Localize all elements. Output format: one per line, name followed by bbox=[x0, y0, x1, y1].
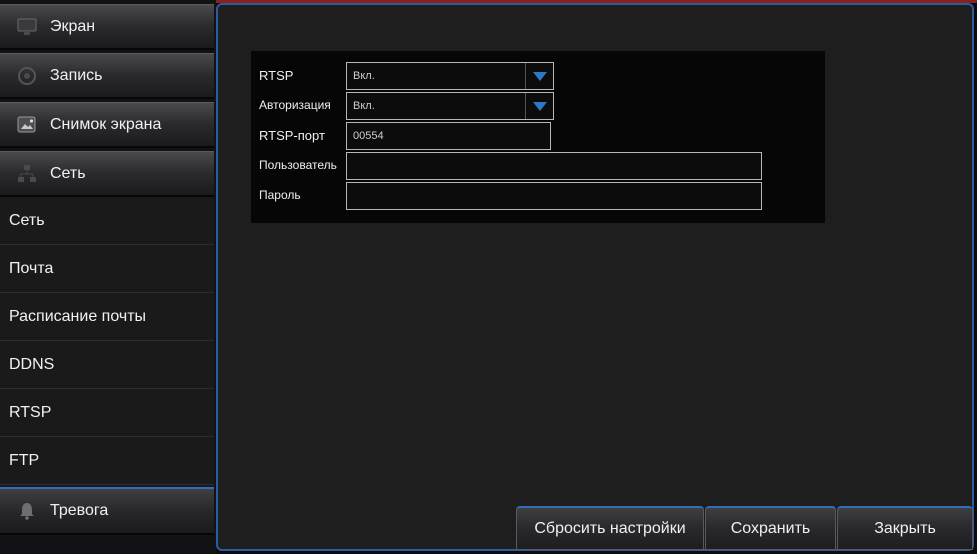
submenu-item-mail[interactable]: Почта bbox=[0, 245, 214, 293]
save-button[interactable]: Сохранить bbox=[705, 506, 836, 550]
submenu-item-ftp[interactable]: FTP bbox=[0, 437, 214, 485]
sidebar-category-network[interactable]: Сеть bbox=[0, 151, 214, 197]
rtsp-label: RTSP bbox=[259, 68, 294, 83]
user-input[interactable] bbox=[346, 152, 762, 180]
alarm-bell-icon bbox=[16, 500, 38, 522]
rtsp-form: RTSP Вкл. Авторизация Вкл. RTSP-порт 005… bbox=[251, 51, 825, 223]
record-icon bbox=[16, 65, 38, 87]
user-label: Пользователь bbox=[259, 158, 337, 172]
rtsp-row: RTSP Вкл. bbox=[251, 62, 825, 90]
chevron-down-icon[interactable] bbox=[525, 93, 553, 119]
sidebar-category-snapshot[interactable]: Снимок экрана bbox=[0, 102, 214, 148]
monitor-icon bbox=[16, 16, 38, 38]
password-input[interactable] bbox=[346, 182, 762, 210]
network-submenu: Сеть Почта Расписание почты DDNS RTSP FT… bbox=[0, 197, 214, 487]
chevron-down-icon[interactable] bbox=[525, 63, 553, 89]
auth-row: Авторизация Вкл. bbox=[251, 92, 825, 120]
rtsp-select[interactable]: Вкл. bbox=[346, 62, 554, 90]
auth-label: Авторизация bbox=[259, 98, 331, 112]
sidebar-category-alarm[interactable]: Тревога bbox=[0, 487, 214, 535]
port-input[interactable]: 00554 bbox=[346, 122, 551, 150]
password-label: Пароль bbox=[259, 188, 301, 202]
password-row: Пароль bbox=[251, 182, 825, 210]
auth-select-value: Вкл. bbox=[353, 100, 375, 112]
port-label: RTSP-порт bbox=[259, 128, 325, 143]
rtsp-select-value: Вкл. bbox=[353, 70, 375, 82]
sidebar: Экран Запись Снимок экрана Сеть Сеть Поч… bbox=[0, 0, 216, 554]
user-row: Пользователь bbox=[251, 152, 825, 180]
sidebar-category-label: Сеть bbox=[50, 164, 86, 182]
sidebar-category-label: Тревога bbox=[50, 502, 109, 519]
port-row: RTSP-порт 00554 bbox=[251, 122, 825, 150]
rtsp-settings-panel: RTSP Вкл. Авторизация Вкл. RTSP-порт 005… bbox=[216, 3, 974, 551]
submenu-item-ddns[interactable]: DDNS bbox=[0, 341, 214, 389]
close-button[interactable]: Закрыть bbox=[837, 506, 973, 550]
port-value: 00554 bbox=[353, 130, 384, 142]
submenu-item-network[interactable]: Сеть bbox=[0, 197, 214, 245]
sidebar-category-label: Снимок экрана bbox=[50, 115, 162, 133]
snapshot-icon bbox=[16, 114, 38, 136]
sidebar-category-label: Запись bbox=[50, 66, 103, 84]
submenu-item-mail-schedule[interactable]: Расписание почты bbox=[0, 293, 214, 341]
sidebar-category-label: Экран bbox=[50, 17, 96, 35]
network-icon bbox=[16, 163, 38, 185]
submenu-item-rtsp[interactable]: RTSP bbox=[0, 389, 214, 437]
sidebar-category-display[interactable]: Экран bbox=[0, 4, 214, 50]
reset-button[interactable]: Сбросить настройки bbox=[516, 506, 704, 550]
sidebar-category-record[interactable]: Запись bbox=[0, 53, 214, 99]
auth-select[interactable]: Вкл. bbox=[346, 92, 554, 120]
